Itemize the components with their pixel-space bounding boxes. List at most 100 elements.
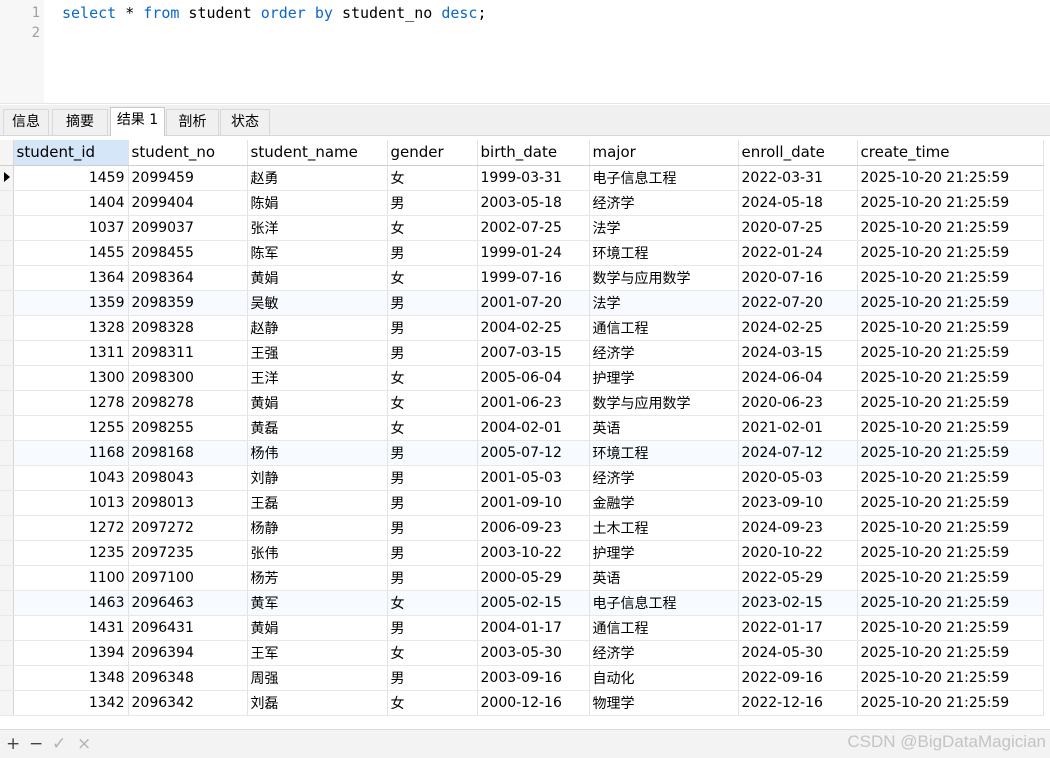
cell-gender[interactable]: 男 [387,565,478,591]
result-grid[interactable]: student_id student_no student_name gender bi… [0,140,1050,717]
cell-student-no[interactable]: 2098364 [128,265,248,291]
cell-student-name[interactable]: 杨伟 [247,440,388,466]
cell-create-time[interactable]: 2025-10-20 21:25:59 [857,490,1044,516]
cell-birth-date[interactable]: 2005-02-15 [477,590,590,616]
cell-student-id[interactable]: 1300 [13,365,129,391]
cell-student-name[interactable]: 赵静 [247,315,388,341]
cell-gender[interactable]: 男 [387,515,478,541]
cell-gender[interactable]: 女 [387,265,478,291]
cell-student-no[interactable]: 2096394 [128,640,248,666]
cell-major[interactable]: 通信工程 [589,315,739,341]
cell-create-time[interactable]: 2025-10-20 21:25:59 [857,215,1044,241]
row-indicator[interactable] [0,615,14,641]
cell-enroll-date[interactable]: 2020-05-03 [738,465,858,491]
cell-student-name[interactable]: 杨芳 [247,565,388,591]
cell-major[interactable]: 土木工程 [589,515,739,541]
cell-birth-date[interactable]: 2001-09-10 [477,490,590,516]
cell-create-time[interactable]: 2025-10-20 21:25:59 [857,365,1044,391]
cell-gender[interactable]: 男 [387,465,478,491]
cell-student-name[interactable]: 刘磊 [247,690,388,716]
cell-student-id[interactable]: 1404 [13,190,129,216]
cell-create-time[interactable]: 2025-10-20 21:25:59 [857,515,1044,541]
column-header-birth-date[interactable]: birth_date [477,140,590,166]
cell-birth-date[interactable]: 2001-07-20 [477,290,590,316]
cell-student-id[interactable]: 1364 [13,265,129,291]
cell-gender[interactable]: 女 [387,690,478,716]
cell-major[interactable]: 数学与应用数学 [589,390,739,416]
row-indicator[interactable] [0,640,14,666]
cell-create-time[interactable]: 2025-10-20 21:25:59 [857,690,1044,716]
cell-student-name[interactable]: 张洋 [247,215,388,241]
cell-enroll-date[interactable]: 2023-09-10 [738,490,858,516]
cell-enroll-date[interactable]: 2021-02-01 [738,415,858,441]
tab-1[interactable]: 信息 [3,109,49,135]
table-row[interactable]: 1235 2097235 张伟男 2003-10-22 护理学 2020-10-22 202… [0,540,1044,566]
cell-gender[interactable]: 女 [387,590,478,616]
cell-enroll-date[interactable]: 2024-05-18 [738,190,858,216]
cell-major[interactable]: 环境工程 [589,240,739,266]
row-indicator[interactable] [0,265,14,291]
cell-student-no[interactable]: 2098013 [128,490,248,516]
column-header-student-no[interactable]: student_no [128,140,248,166]
cell-student-no[interactable]: 2097100 [128,565,248,591]
cell-student-id[interactable]: 1394 [13,640,129,666]
table-row[interactable]: 1394 2096394 王军女 2003-05-30 经济学 2024-05-30 202… [0,640,1044,666]
table-row[interactable]: 1043 2098043 刘静男 2001-05-03 经济学 2020-05-03 202… [0,465,1044,491]
cell-gender[interactable]: 男 [387,340,478,366]
cell-student-name[interactable]: 黄磊 [247,415,388,441]
cell-student-name[interactable]: 黄娟 [247,265,388,291]
cell-student-id[interactable]: 1348 [13,665,129,691]
cell-create-time[interactable]: 2025-10-20 21:25:59 [857,665,1044,691]
row-indicator[interactable] [0,365,14,391]
cell-create-time[interactable]: 2025-10-20 21:25:59 [857,590,1044,616]
cell-enroll-date[interactable]: 2024-09-23 [738,515,858,541]
apply-changes-button[interactable]: ✓ [52,733,66,755]
cell-create-time[interactable]: 2025-10-20 21:25:59 [857,465,1044,491]
cell-student-name[interactable]: 吴敏 [247,290,388,316]
cell-birth-date[interactable]: 2006-09-23 [477,515,590,541]
row-indicator[interactable] [0,190,14,216]
cell-enroll-date[interactable]: 2024-05-30 [738,640,858,666]
row-indicator[interactable] [0,240,14,266]
table-row[interactable]: 1455 2098455 陈军男 1999-01-24 环境工程 2022-01-24 20… [0,240,1044,266]
cell-student-no[interactable]: 2099037 [128,215,248,241]
cell-enroll-date[interactable]: 2022-01-24 [738,240,858,266]
cell-enroll-date[interactable]: 2020-07-16 [738,265,858,291]
cell-create-time[interactable]: 2025-10-20 21:25:59 [857,265,1044,291]
tab-5[interactable]: 状态 [220,109,270,135]
table-row[interactable]: 1278 2098278 黄娟女 2001-06-23 数学与应用数学 2020-06-2… [0,390,1044,416]
cell-major[interactable]: 英语 [589,415,739,441]
cell-birth-date[interactable]: 2001-06-23 [477,390,590,416]
cell-create-time[interactable]: 2025-10-20 21:25:59 [857,565,1044,591]
cell-student-no[interactable]: 2098311 [128,340,248,366]
table-row[interactable]: 1348 2096348 周强男 2003-09-16 自动化 2022-09-16 202… [0,665,1044,691]
cell-student-no[interactable]: 2096463 [128,590,248,616]
table-row[interactable]: 1431 2096431 黄娟男 2004-01-17 通信工程 2022-01-17 20… [0,615,1044,641]
cell-student-name[interactable]: 刘静 [247,465,388,491]
cell-student-name[interactable]: 赵勇 [247,165,388,191]
code-line[interactable]: select * from student order by student_n… [62,4,486,22]
cell-student-id[interactable]: 1459 [13,165,129,191]
cell-student-name[interactable]: 王洋 [247,365,388,391]
cell-major[interactable]: 英语 [589,565,739,591]
cell-major[interactable]: 经济学 [589,640,739,666]
row-indicator[interactable] [0,215,14,241]
cell-create-time[interactable]: 2025-10-20 21:25:59 [857,315,1044,341]
table-row[interactable]: 1359 2098359 吴敏男 2001-07-20 法学 2022-07-20 2025… [0,290,1044,316]
row-indicator[interactable] [0,415,14,441]
cell-major[interactable]: 法学 [589,290,739,316]
cell-student-name[interactable]: 黄娟 [247,390,388,416]
cell-student-name[interactable]: 王军 [247,640,388,666]
cell-student-id[interactable]: 1235 [13,540,129,566]
table-row[interactable]: 1037 2099037 张洋女 2002-07-25 法学 2020-07-25 2025… [0,215,1044,241]
cell-major[interactable]: 护理学 [589,540,739,566]
table-row[interactable]: 1300 2098300 王洋女 2005-06-04 护理学 2024-06-04 202… [0,365,1044,391]
cell-major[interactable]: 法学 [589,215,739,241]
table-row[interactable]: 1463 2096463 黄军女 2005-02-15 电子信息工程 2023-02-15… [0,590,1044,616]
cell-birth-date[interactable]: 2003-05-30 [477,640,590,666]
cell-student-no[interactable]: 2098359 [128,290,248,316]
cell-student-name[interactable]: 陈娟 [247,190,388,216]
row-indicator[interactable] [0,440,14,466]
cell-student-no[interactable]: 2097235 [128,540,248,566]
cell-enroll-date[interactable]: 2024-02-25 [738,315,858,341]
